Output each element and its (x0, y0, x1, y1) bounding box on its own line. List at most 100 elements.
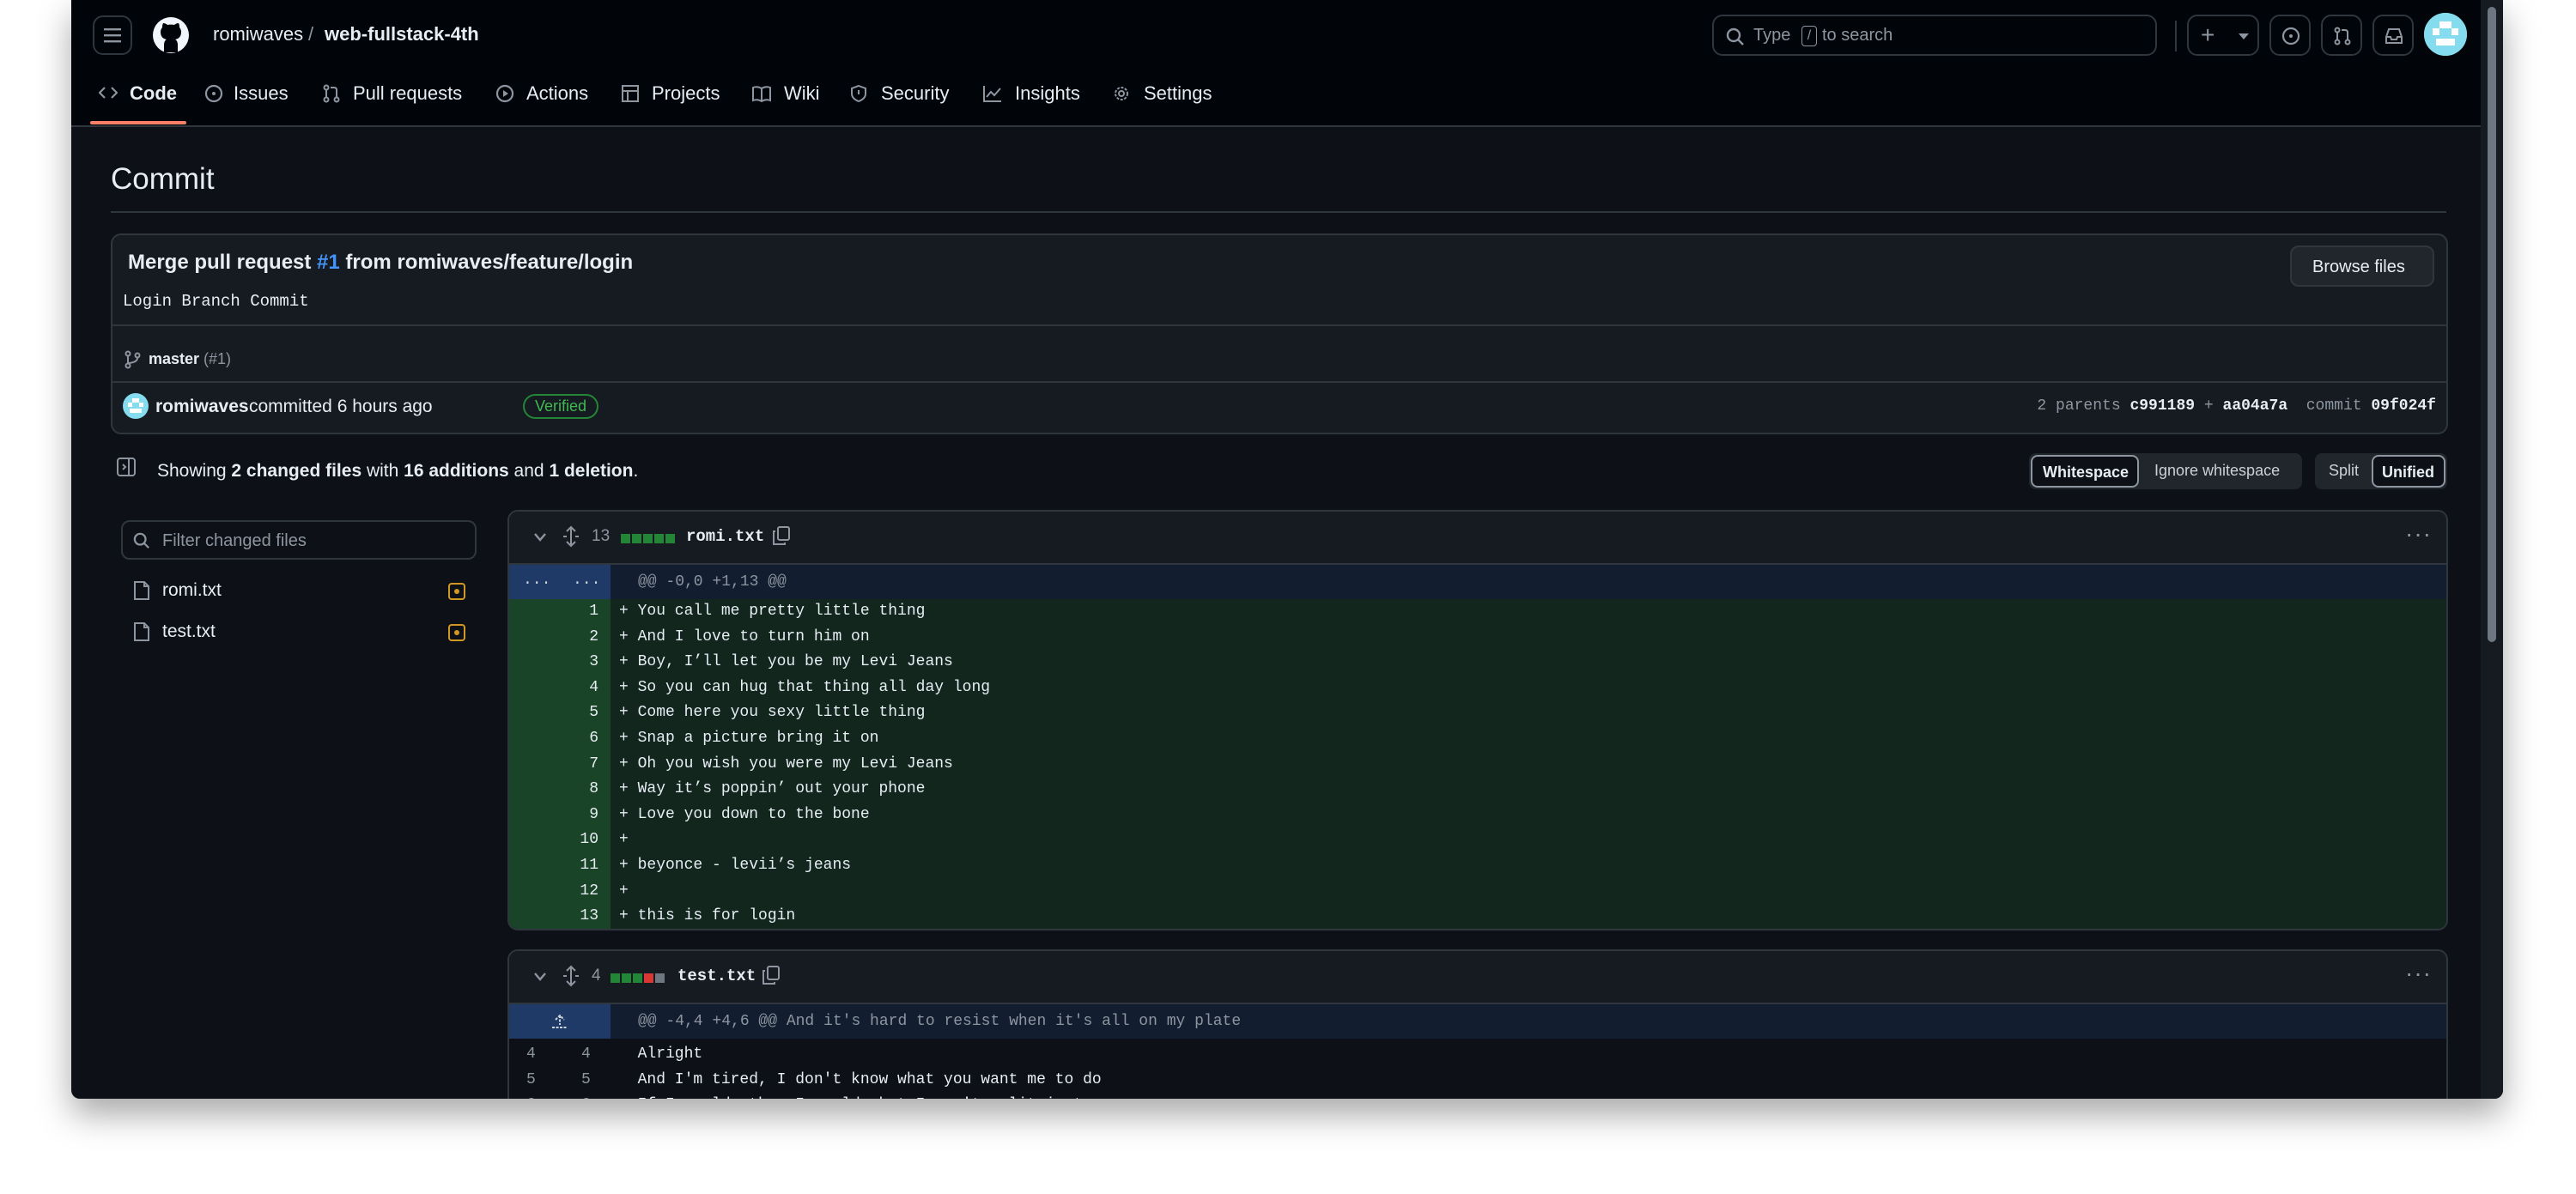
browse-files-label: Browse files (2312, 258, 2405, 276)
copy-icon[interactable] (772, 525, 791, 546)
line-number-gutter[interactable]: 7 (509, 751, 611, 778)
branch-pr[interactable]: (#1) (204, 350, 231, 368)
diffstat-deletion (644, 973, 653, 983)
diffstat-addition (633, 973, 642, 983)
file-tree-item-name: test.txt (162, 621, 216, 641)
tab-settings[interactable]: Settings (1112, 76, 1219, 117)
search-input[interactable]: Type / to search (1712, 15, 2157, 56)
git-pull-request-icon (323, 84, 340, 103)
line-code: Alright (619, 1046, 703, 1063)
file-tree-item[interactable]: test.txt (131, 618, 475, 647)
copy-icon[interactable] (762, 965, 781, 985)
scrollbar-thumb[interactable] (2488, 7, 2496, 642)
parent1-sha[interactable]: c991189 (2129, 397, 2195, 415)
verified-badge[interactable]: Verified (523, 394, 599, 419)
whitespace-label: Whitespace (2043, 464, 2129, 481)
old-line-number[interactable]: 6 (526, 1096, 536, 1099)
line-number-gutter[interactable]: 9 (509, 802, 611, 828)
create-new-button[interactable]: + (2187, 15, 2259, 56)
issue-opened-icon (204, 84, 223, 103)
diff-filename[interactable]: romi.txt (686, 527, 764, 546)
expand-gutter[interactable]: ... ... (509, 565, 611, 599)
repo-name-link[interactable]: web-fullstack-4th (325, 23, 479, 45)
kebab-menu-icon[interactable]: ··· (2405, 520, 2432, 548)
issue-opened-icon (2281, 27, 2300, 45)
user-avatar[interactable] (2424, 13, 2467, 56)
unified-button[interactable]: Unified (2372, 455, 2445, 488)
sidebar-expand-icon[interactable] (116, 457, 137, 477)
line-number-gutter[interactable]: 1 (509, 599, 611, 625)
new-line-number[interactable]: 4 (581, 1046, 591, 1063)
summary-additions: 16 additions (404, 461, 509, 481)
view-mode-toggle-group: Split Unified (2315, 453, 2447, 489)
line-number: 9 (589, 805, 598, 823)
line-code: + Boy, I’ll let you be my Levi Jeans (619, 653, 953, 671)
tab-security[interactable]: Security (849, 76, 952, 117)
line-number-gutter[interactable]: 3 (509, 650, 611, 676)
branch-name[interactable]: master (149, 350, 199, 368)
file-tree-item-name: romi.txt (162, 580, 222, 600)
author-avatar[interactable] (123, 393, 149, 419)
github-logo-icon[interactable] (152, 16, 190, 54)
table-icon (622, 85, 639, 102)
tab-code[interactable]: Code (90, 76, 186, 124)
line-number-gutter[interactable]: 11 (509, 853, 611, 879)
issues-button[interactable] (2269, 15, 2311, 56)
tab-pull-requests[interactable]: Pull requests (322, 76, 477, 117)
new-line-number[interactable]: 5 (581, 1071, 591, 1088)
filter-changed-files-input[interactable]: Filter changed files (121, 520, 477, 560)
code-icon (99, 87, 118, 99)
line-number: 5 (589, 704, 598, 722)
diff-line-context: 5 5 And I'm tired, I don't know what you … (509, 1068, 2446, 1094)
pr-link[interactable]: #1 (317, 251, 340, 274)
new-line-number[interactable]: 6 (581, 1096, 591, 1099)
browse-files-button[interactable]: Browse files (2290, 245, 2434, 287)
diff-changes-count: 13 (592, 527, 611, 545)
tab-wiki[interactable]: Wiki (751, 76, 824, 117)
line-code: + Oh you wish you were my Levi Jeans (619, 755, 953, 773)
whitespace-button[interactable]: Whitespace (2031, 455, 2139, 488)
parent2-sha[interactable]: aa04a7a (2223, 397, 2288, 415)
line-code: + Snap a picture bring it on (619, 730, 879, 747)
diff-line-added: 1 + You call me pretty little thing (509, 599, 2446, 625)
diff-filename[interactable]: test.txt (677, 967, 756, 985)
line-number-gutter[interactable]: 13 (509, 904, 611, 929)
shield-icon (851, 84, 866, 103)
line-number-gutter[interactable]: 2 (509, 624, 611, 651)
line-number: 4 (589, 678, 598, 696)
line-number-gutter[interactable]: 5 (509, 700, 611, 726)
unfold-icon[interactable] (562, 965, 580, 987)
diff-summary: Showing 2 changed files with 16 addition… (157, 461, 638, 482)
commit-sha[interactable]: 09f024f (2371, 397, 2436, 415)
file-tree-item[interactable]: romi.txt (131, 577, 475, 606)
kebab-menu-icon[interactable]: ··· (2405, 960, 2432, 987)
split-button[interactable]: Split (2329, 462, 2359, 480)
header-divider (2175, 21, 2177, 52)
unfold-icon[interactable] (562, 525, 580, 548)
ignore-whitespace-button[interactable]: Ignore whitespace (2154, 462, 2280, 480)
line-number-gutter[interactable]: 10 (509, 827, 611, 853)
line-number-gutter[interactable]: 12 (509, 878, 611, 905)
commit-title-post: from romiwaves/feature/login (345, 251, 634, 274)
expand-up-button[interactable] (509, 1004, 611, 1039)
commit-author[interactable]: romiwaves (155, 397, 249, 417)
tab-insights[interactable]: Insights (982, 76, 1085, 117)
chevron-down-icon[interactable] (533, 532, 547, 542)
hunk-text: @@ -4,4 +4,6 @@ And it's hard to resist … (638, 1013, 1242, 1030)
tab-issues[interactable]: Issues (204, 76, 303, 117)
inbox-button[interactable] (2372, 15, 2414, 56)
line-number-gutter[interactable]: 8 (509, 777, 611, 803)
line-number-gutter[interactable]: 4 (509, 675, 611, 701)
graph-icon (983, 86, 1001, 102)
repo-owner-link[interactable]: romiwaves (213, 23, 303, 45)
menu-button[interactable] (93, 15, 132, 55)
tab-projects[interactable]: Projects (621, 76, 724, 117)
line-number: 3 (589, 653, 598, 671)
old-line-number[interactable]: 5 (526, 1071, 536, 1088)
scrollbar[interactable] (2481, 0, 2503, 1099)
line-number-gutter[interactable]: 6 (509, 726, 611, 752)
old-line-number[interactable]: 4 (526, 1046, 536, 1063)
pull-requests-button[interactable] (2321, 15, 2362, 56)
tab-actions[interactable]: Actions (495, 76, 594, 117)
chevron-down-icon[interactable] (533, 972, 547, 982)
